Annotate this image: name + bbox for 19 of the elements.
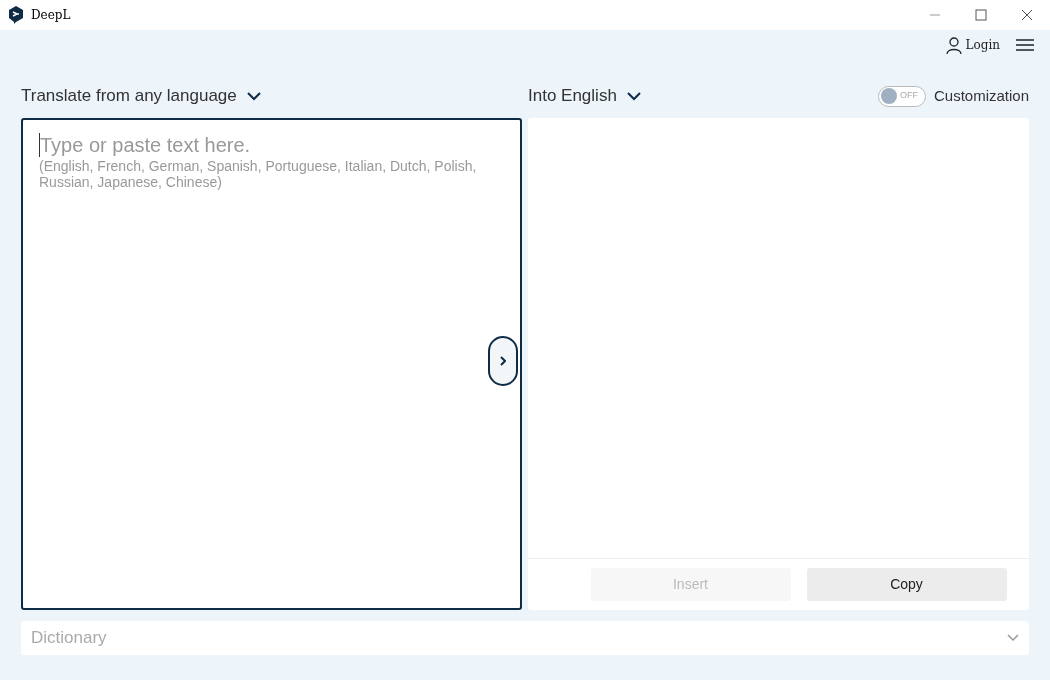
window-title: DeepL <box>31 7 71 24</box>
chevron-down-icon <box>626 91 641 101</box>
maximize-icon[interactable] <box>975 9 987 21</box>
supported-languages-hint: (English, French, German, Spanish, Portuguese, Italian, Dutch, Polish, Russian, Japanese, Chinese) <box>39 158 478 190</box>
target-language-dropdown[interactable]: Into English <box>528 83 641 109</box>
chevron-down-icon <box>1007 634 1019 642</box>
text-cursor <box>39 133 40 157</box>
placeholder-text: Type or paste text here. <box>40 133 251 158</box>
login-button[interactable]: Login <box>945 36 1000 54</box>
menu-icon[interactable] <box>1016 38 1034 52</box>
action-button[interactable]: Copy <box>806 568 1007 601</box>
user-icon <box>945 36 962 54</box>
source-language-dropdown[interactable]: Translate from any language <box>21 83 261 109</box>
app-logo-icon <box>8 6 24 24</box>
customization-label: Customization <box>933 85 1029 106</box>
chevron-down-icon <box>246 91 261 101</box>
close-icon[interactable] <box>1021 9 1033 21</box>
chevron-right-icon <box>500 356 506 366</box>
swap-languages-button[interactable] <box>488 336 518 386</box>
